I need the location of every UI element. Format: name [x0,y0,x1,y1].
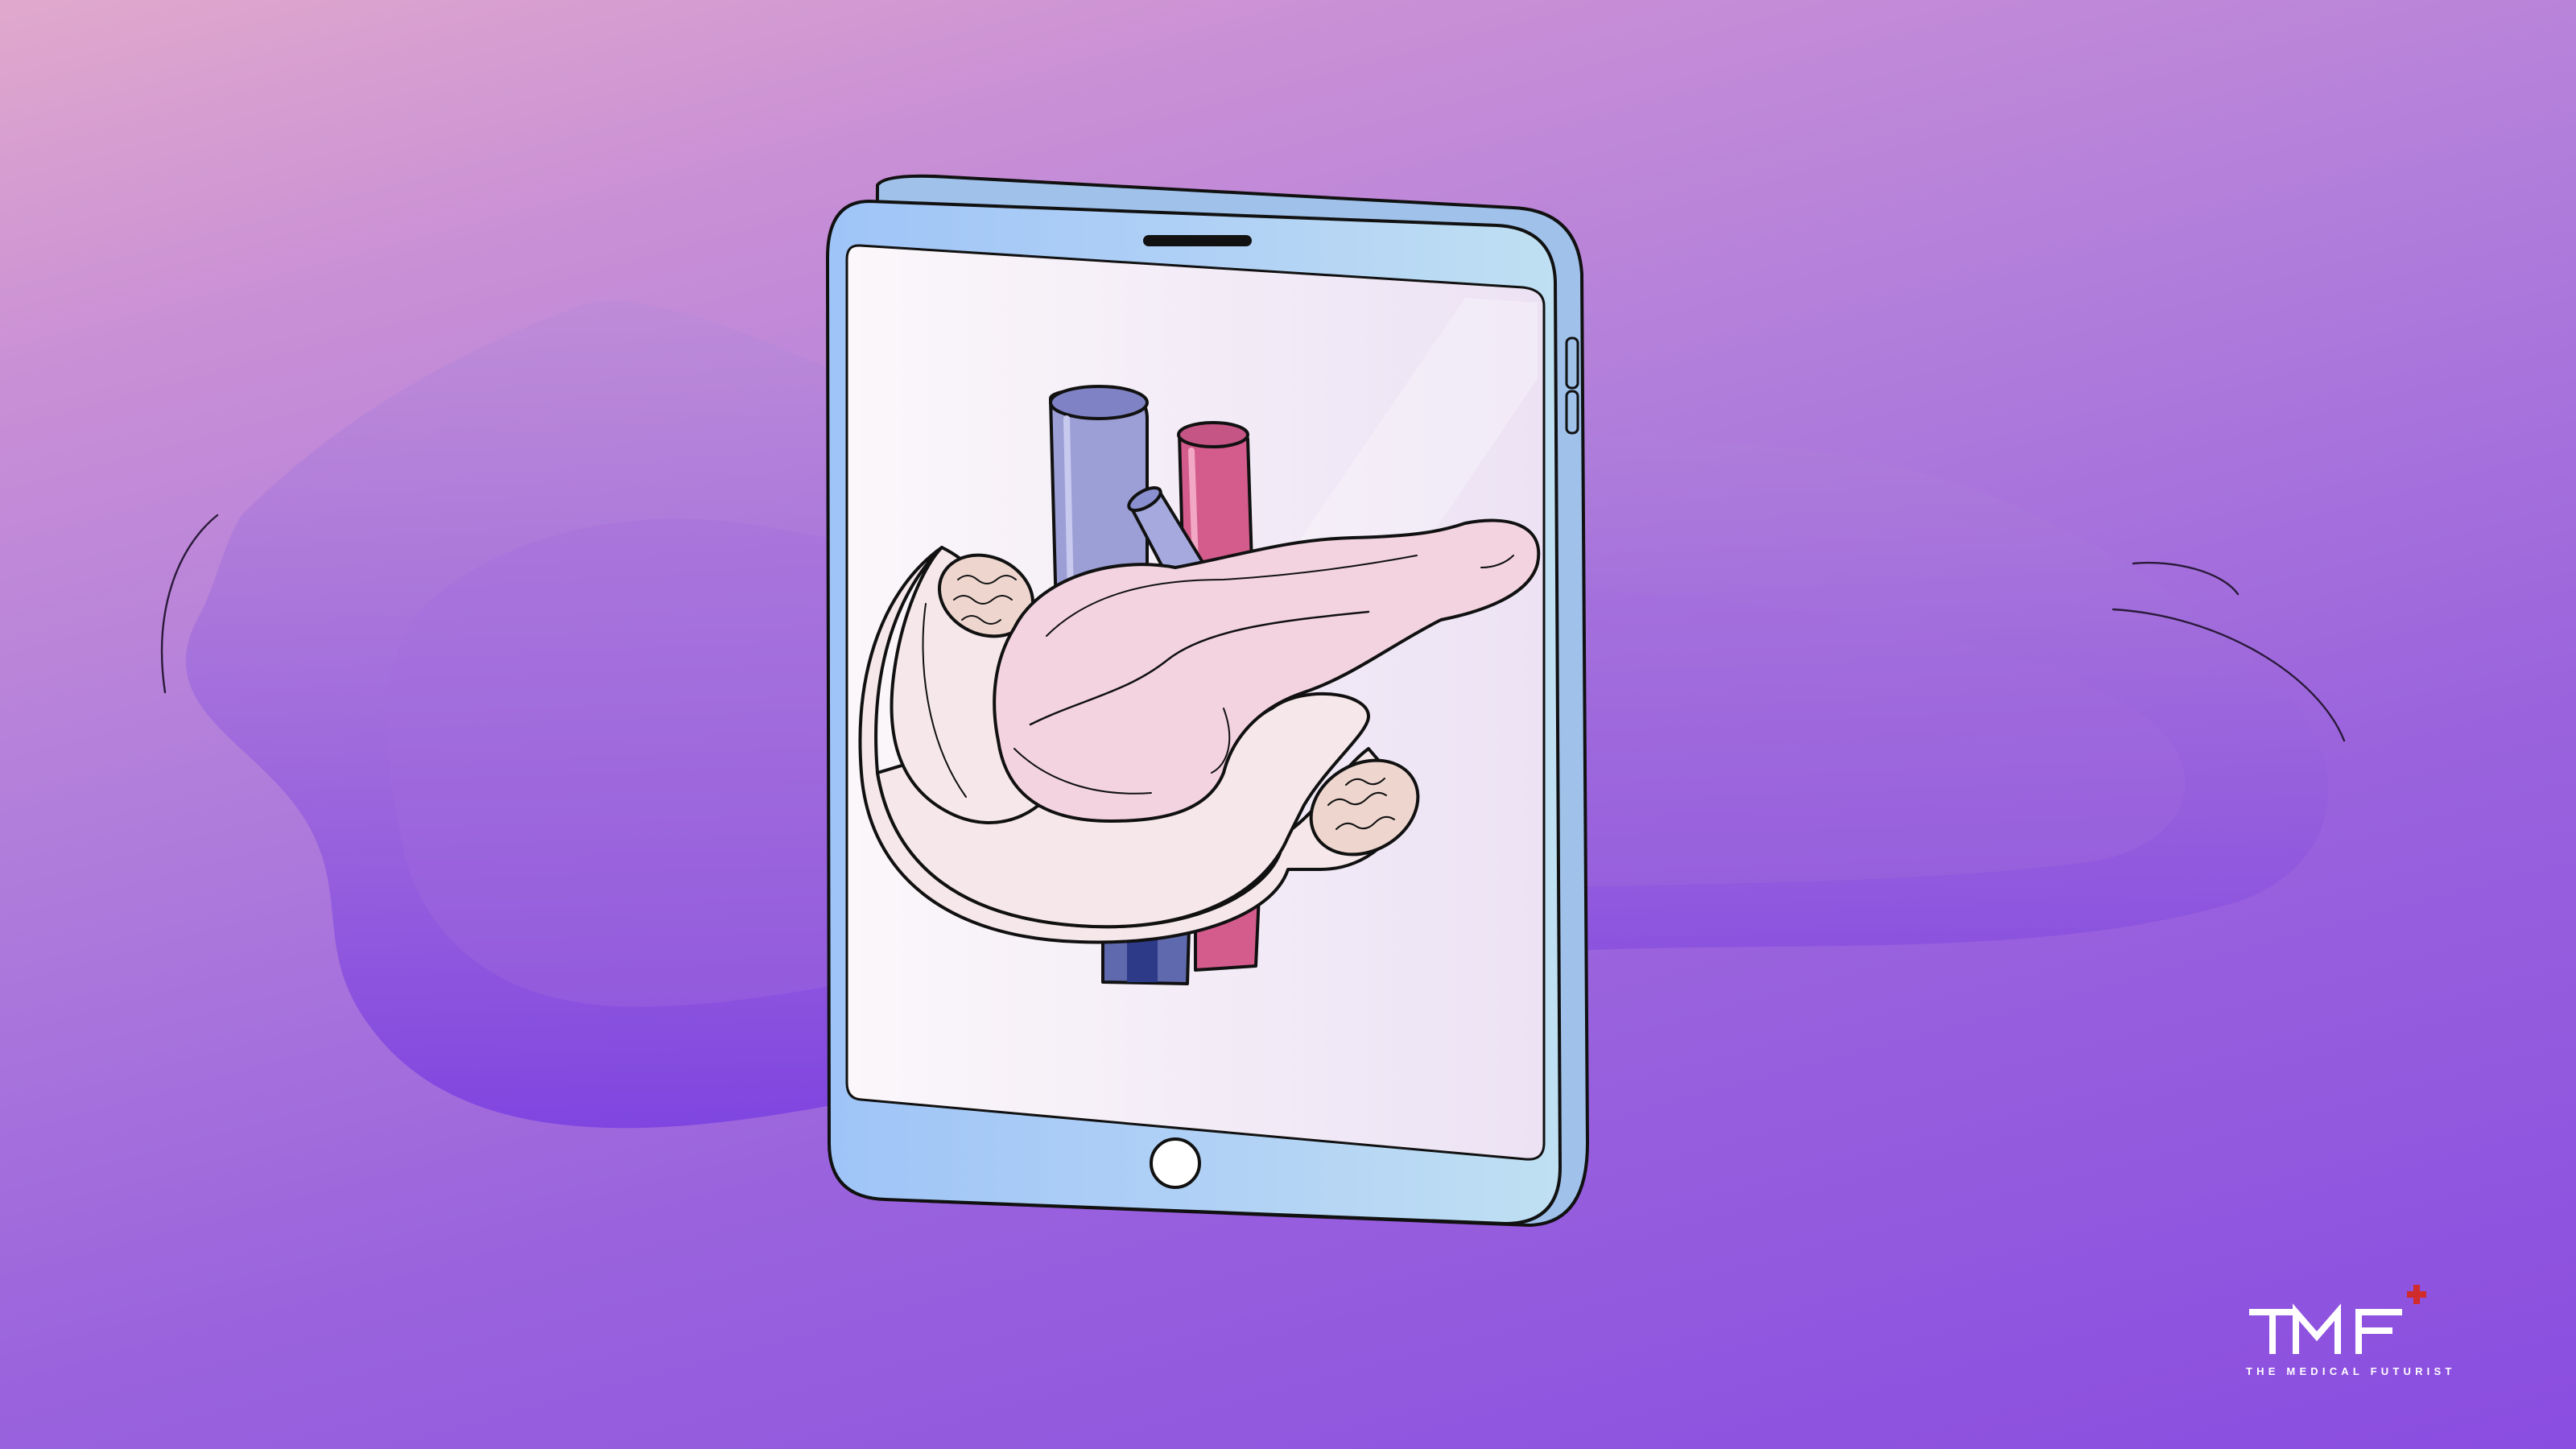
volume-button-down [1565,390,1579,435]
tmf-logo-mark [2249,1285,2426,1354]
volume-button-up [1565,336,1579,390]
speaker-slot [1143,235,1252,246]
home-button [1150,1137,1201,1189]
tmf-logo: THE MEDICAL FUTURIST [2246,1272,2512,1393]
logo-tagline: THE MEDICAL FUTURIST [2246,1365,2456,1377]
illustration-scene [160,174,2346,1228]
